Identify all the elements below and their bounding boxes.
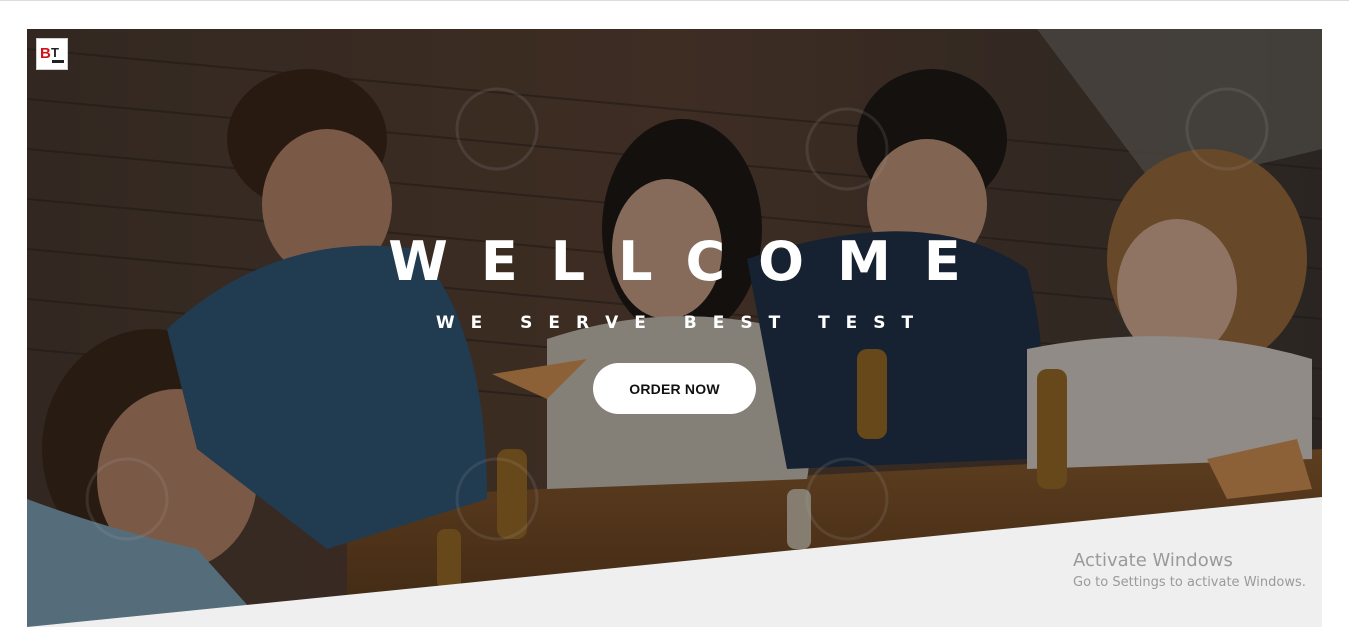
hero-section: B T WELLCOME WE SERVE BEST TEST ORDER NO… (27, 29, 1322, 627)
hero-title: WELLCOME (388, 230, 994, 293)
activation-title: Activate Windows (1073, 550, 1233, 571)
activation-subtitle: Go to Settings to activate Windows. (1073, 575, 1306, 590)
windows-activation-watermark: Activate Windows Go to Settings to activ… (1073, 549, 1306, 592)
page-top-border (0, 0, 1349, 1)
logo-mark-icon: B T (40, 45, 64, 63)
svg-text:T: T (51, 45, 59, 60)
hero-subtitle: WE SERVE BEST TEST (435, 313, 930, 333)
svg-text:B: B (40, 45, 51, 62)
site-logo[interactable]: B T (36, 38, 68, 70)
order-now-button[interactable]: ORDER NOW (593, 363, 756, 414)
